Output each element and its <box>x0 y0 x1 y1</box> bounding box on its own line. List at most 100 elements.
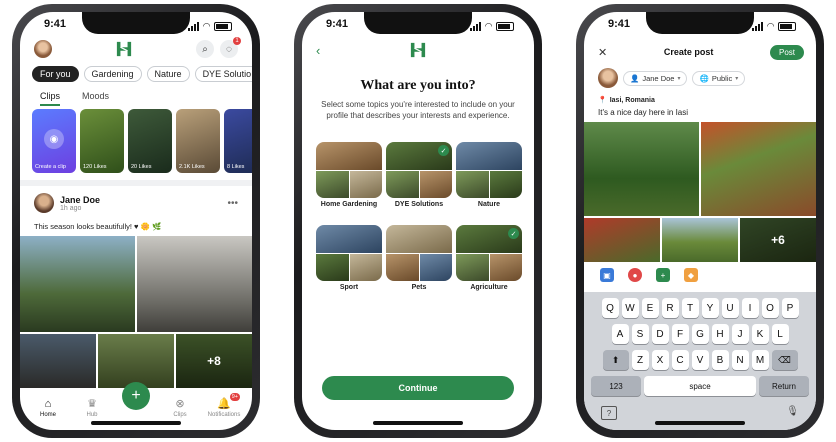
key-c[interactable]: C <box>671 350 689 370</box>
key-z[interactable]: Z <box>631 350 649 370</box>
attached-photo[interactable] <box>701 122 816 216</box>
key-b[interactable]: B <box>711 350 729 370</box>
topic-pets[interactable]: Pets <box>386 225 452 292</box>
key-g[interactable]: G <box>691 324 709 344</box>
post-photo[interactable]: +8 <box>176 334 252 388</box>
key-e[interactable]: E <box>641 298 659 318</box>
keyboard-row-3: ⬆ Z X C V B N M ⌫ <box>587 350 813 370</box>
key-i[interactable]: I <box>741 298 759 318</box>
space-key[interactable]: space <box>644 376 756 396</box>
topic-sport[interactable]: Sport <box>316 225 382 292</box>
avatar[interactable] <box>34 40 52 58</box>
key-w[interactable]: W <box>621 298 639 318</box>
check-icon: ✓ <box>438 145 449 156</box>
home-icon: ⌂ <box>44 398 52 410</box>
key-p[interactable]: P <box>781 298 799 318</box>
key-o[interactable]: O <box>761 298 779 318</box>
create-post-screen: 9:41 ◠ ✕ Create post Post 👤 Jane Doe ▾ 🌐… <box>584 12 816 430</box>
return-key[interactable]: Return <box>759 376 809 396</box>
battery-icon <box>496 21 514 31</box>
signal-icon <box>470 21 482 31</box>
user-icon: 👤 <box>630 73 640 83</box>
key-v[interactable]: V <box>691 350 709 370</box>
home-indicator <box>655 421 745 425</box>
topic-home-gardening[interactable]: Home Gardening <box>316 142 382 209</box>
key-j[interactable]: J <box>731 324 749 344</box>
key-y[interactable]: Y <box>701 298 719 318</box>
topic-dye-solutions[interactable]: ✓ DYE Solutions <box>386 142 452 209</box>
post-button[interactable]: Post <box>769 44 804 60</box>
more-icon[interactable]: ••• <box>227 198 238 209</box>
backspace-key[interactable]: ⌫ <box>771 350 798 370</box>
post-photos: +8 <box>20 236 252 388</box>
attached-photo[interactable] <box>584 122 699 216</box>
key-u[interactable]: U <box>721 298 739 318</box>
attached-photo[interactable] <box>662 218 738 262</box>
post-photo[interactable] <box>20 236 135 332</box>
add-button[interactable]: + <box>122 382 150 410</box>
tab-hub[interactable]: ♛ Hub <box>74 397 110 418</box>
numbers-key[interactable]: 123 <box>591 376 641 396</box>
key-d[interactable]: D <box>651 324 669 344</box>
clip-card[interactable]: 8 Likes <box>224 109 252 173</box>
create-clip-card[interactable]: ◉ Create a clip <box>32 109 76 173</box>
key-x[interactable]: X <box>651 350 669 370</box>
key-k[interactable]: K <box>751 324 769 344</box>
photo-icon[interactable]: ▣ <box>600 268 614 282</box>
tab-home[interactable]: ⌂ Home <box>30 398 66 418</box>
subtabs: Clips Moods <box>40 91 109 106</box>
tab-moods[interactable]: Moods <box>82 91 109 106</box>
notch <box>646 12 754 34</box>
location-tag[interactable]: 📍 Iasi, Romania <box>598 96 655 105</box>
key-n[interactable]: N <box>731 350 749 370</box>
tag-people-icon[interactable]: + <box>656 268 670 282</box>
chip-nature[interactable]: Nature <box>146 66 190 82</box>
avatar[interactable] <box>34 193 54 213</box>
chip-for-you[interactable]: For you <box>32 66 79 82</box>
status-time: 9:41 <box>44 18 67 30</box>
key-t[interactable]: T <box>681 298 699 318</box>
attached-photo[interactable]: +6 <box>740 218 816 262</box>
continue-button[interactable]: Continue <box>322 376 514 400</box>
attached-photo[interactable] <box>584 218 660 262</box>
tag-icon[interactable]: ◆ <box>684 268 698 282</box>
onboarding-screen: 9:41 ◠ ‹ What are you into? Select some … <box>302 12 534 430</box>
clip-card[interactable]: 2.1K Likes <box>176 109 220 173</box>
key-r[interactable]: R <box>661 298 679 318</box>
chip-dye-solutions[interactable]: DYE Solutio <box>194 66 252 82</box>
shift-key[interactable]: ⬆ <box>602 350 629 370</box>
back-icon[interactable]: ‹ <box>316 43 320 58</box>
topics-grid: Home Gardening ✓ DYE Solutions Nature Sp… <box>316 142 522 293</box>
topic-nature[interactable]: Nature <box>456 142 522 209</box>
clip-card[interactable]: 120 Likes <box>80 109 124 173</box>
page-subtitle: Select some topics you're interested to … <box>321 100 515 120</box>
post-photo[interactable] <box>20 334 96 388</box>
post-author[interactable]: Jane Doe <box>60 195 100 205</box>
key-m[interactable]: M <box>751 350 769 370</box>
tab-clips-nav[interactable]: ⊗ Clips <box>162 397 198 418</box>
post-photo[interactable] <box>98 334 174 388</box>
post-photo[interactable] <box>137 236 252 332</box>
tab-clips[interactable]: Clips <box>40 91 61 106</box>
key-h[interactable]: H <box>711 324 729 344</box>
key-a[interactable]: A <box>611 324 629 344</box>
key-f[interactable]: F <box>671 324 689 344</box>
chat-icon[interactable]: ◌ 1 <box>220 37 241 58</box>
clip-card[interactable]: 20 Likes <box>128 109 172 173</box>
emoji-key[interactable]: ? <box>601 406 617 420</box>
search-icon[interactable]: ⌕ <box>196 40 214 58</box>
user-selector[interactable]: 👤 Jane Doe ▾ <box>623 70 688 86</box>
key-l[interactable]: L <box>771 324 789 344</box>
mic-icon[interactable]: 🎙 <box>786 406 799 420</box>
topic-agriculture[interactable]: ✓ Agriculture <box>456 225 522 292</box>
audience-selector[interactable]: 🌐 Public ▾ <box>692 70 746 86</box>
post-text-input[interactable]: It's a nice day here in Iasi <box>598 108 688 117</box>
key-s[interactable]: S <box>631 324 649 344</box>
wifi-icon: ◠ <box>767 20 774 31</box>
tab-notifications[interactable]: 🔔 Notifications 9+ <box>206 393 242 418</box>
feed-header: ⌕ ◌ 1 <box>34 37 241 60</box>
location-icon[interactable]: ● <box>628 268 642 282</box>
close-icon[interactable]: ✕ <box>598 46 607 59</box>
key-q[interactable]: Q <box>601 298 619 318</box>
chip-gardening[interactable]: Gardening <box>83 66 142 82</box>
